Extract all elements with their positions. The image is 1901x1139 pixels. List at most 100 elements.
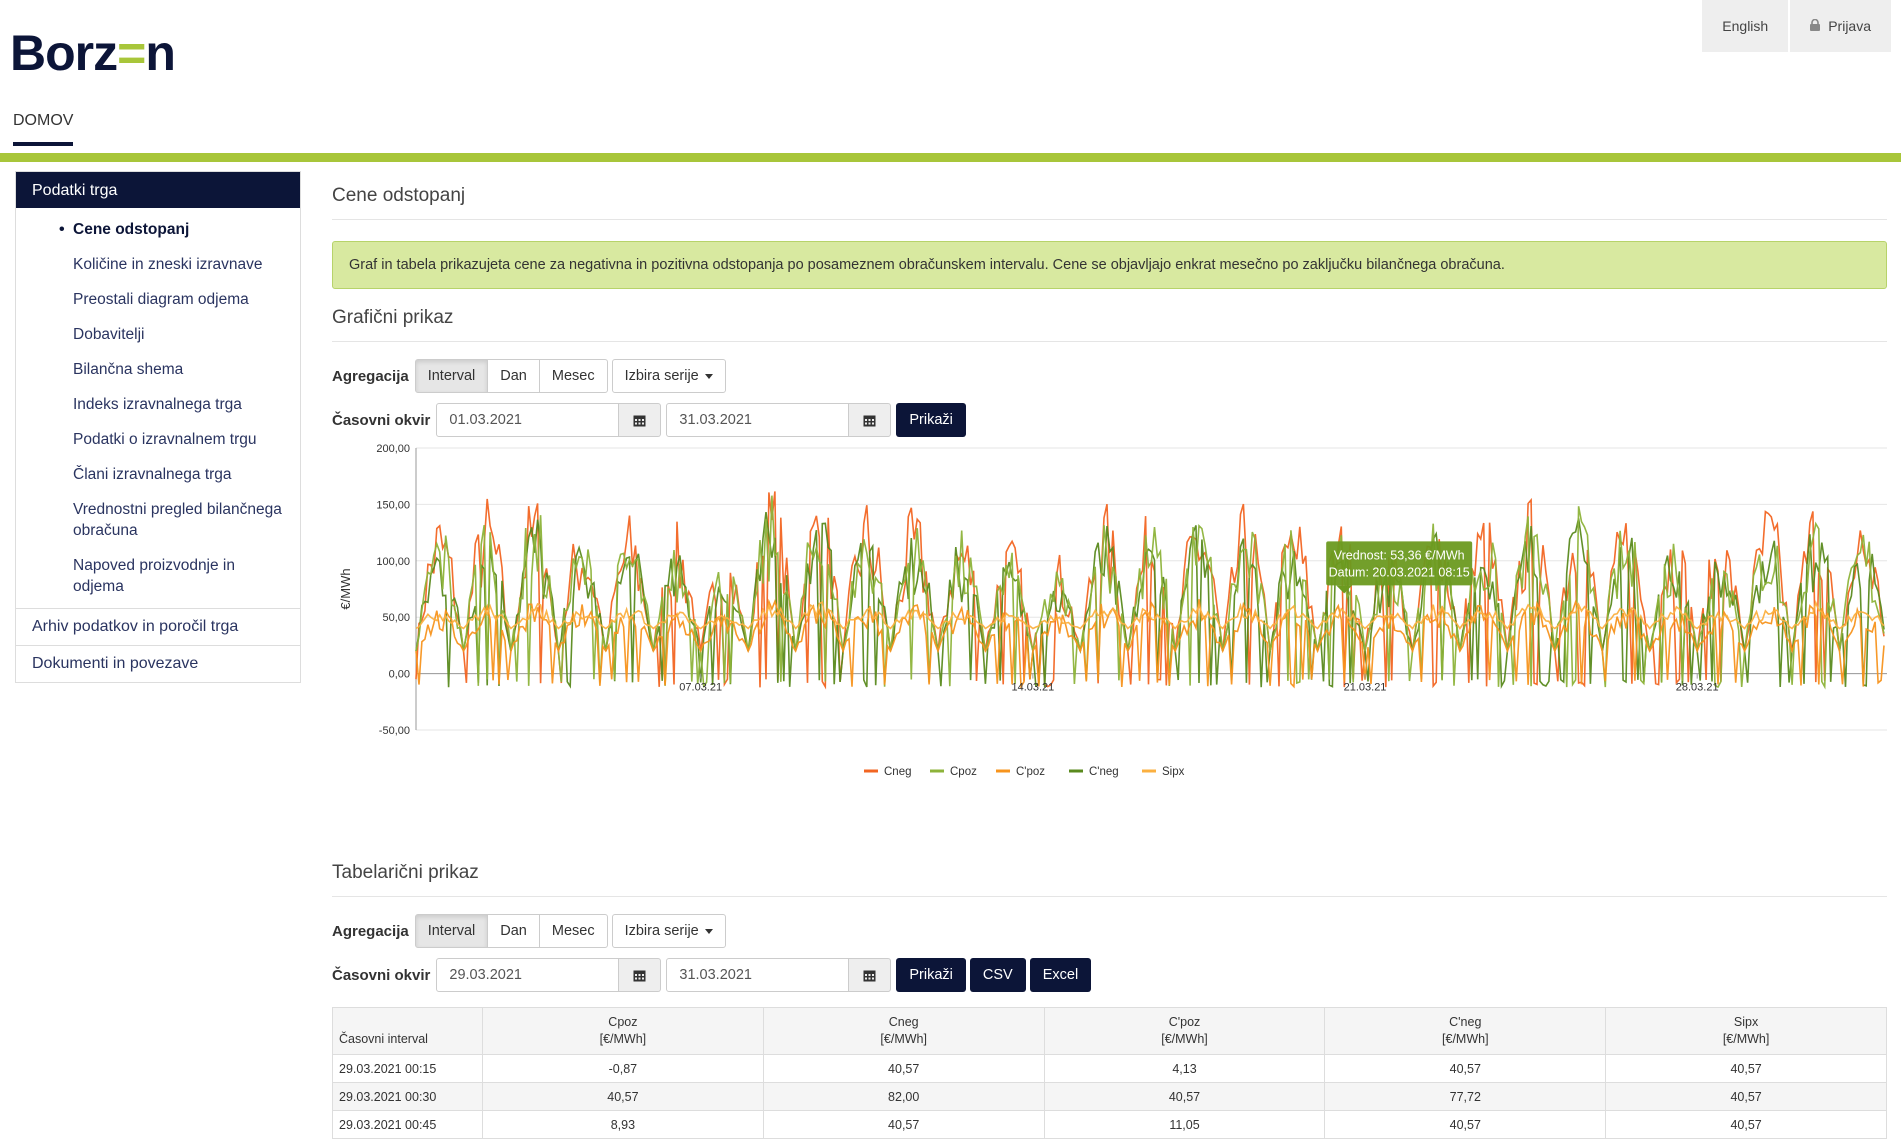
y-tick-label: 50,00 [382, 612, 410, 624]
graph-date-from-input[interactable]: 01.03.2021 [436, 403, 620, 437]
graph-time-row: Časovni okvir 01.03.2021 31.03.2021 Prik… [332, 402, 1887, 438]
table-cell: 40,57 [1043, 1082, 1326, 1111]
table-time-row: Časovni okvir 29.03.2021 31.03.2021 Prik… [332, 957, 1887, 993]
sidebar-subitem[interactable]: Indeks izravnalnega trga [16, 387, 300, 422]
graph-series-dropdown[interactable]: Izbira serije [611, 359, 726, 393]
table-cell: 40,57 [1605, 1054, 1887, 1083]
table-cell: 11,05 [1043, 1110, 1326, 1139]
table-show-button[interactable]: Prikaži [896, 958, 966, 992]
sidebar-subitem-label: Dobavitelji [73, 326, 145, 343]
calendar-icon [863, 970, 876, 981]
table-series-dropdown[interactable]: Izbira serije [611, 914, 726, 948]
info-box: Graf in tabela prikazujeta cene za negat… [332, 241, 1887, 289]
tooltip-date: Datum: 20.03.2021 08:15 [1329, 565, 1470, 579]
sidebar-subitem[interactable]: Dobavitelji [16, 317, 300, 352]
table-cell: 40,57 [1324, 1110, 1607, 1139]
table-date-from-calendar-button[interactable] [619, 958, 662, 992]
table-column-header[interactable]: C'poz [€/MWh] [1043, 1007, 1326, 1055]
graph-section-title: Grafični prikaz [332, 307, 1887, 342]
sidebar-submenu: • Cene odstopanj Količine in zneski izravn… [16, 208, 300, 608]
sidebar-subitem[interactable]: Bilančna shema [16, 352, 300, 387]
sidebar-subitem[interactable]: Vrednostni pregled bilančnega obračuna [16, 492, 300, 548]
graph-time-label: Časovni okvir [332, 411, 431, 429]
sidebar-subitem-label: Napoved proizvodnje in odjema [73, 557, 235, 595]
legend-label: C'neg [1089, 766, 1119, 778]
column-unit: [€/MWh] [1442, 1032, 1489, 1046]
table-row: 29.03.2021 00:15 -0,87 40,57 4,13 40,57 40,57 [332, 1054, 1887, 1083]
table-cell: 82,00 [762, 1082, 1045, 1111]
table-date-to-input[interactable]: 31.03.2021 [666, 958, 850, 992]
table-column-header[interactable]: Sipx [€/MWh] [1605, 1007, 1887, 1055]
table-aggregation-label: Agregacija [332, 922, 409, 940]
sidebar-subitem[interactable]: Podatki o izravnalnem trgu [16, 422, 300, 457]
sidebar-subitem[interactable]: Količine in zneski izravnave [16, 247, 300, 282]
x-tick-label: 28.03.21 [1676, 682, 1719, 694]
column-unit: [€/MWh] [599, 1032, 647, 1046]
calendar-icon [633, 415, 646, 426]
sidebar-subitem-label: Vrednostni pregled bilančnega obračuna [73, 501, 282, 539]
tooltip-value: Vrednost: 53,36 €/MWh [1334, 548, 1465, 562]
table-cell: 29.03.2021 00:45 [332, 1110, 483, 1139]
lock-icon [1810, 19, 1821, 31]
graph-date-to-calendar-button[interactable] [849, 403, 892, 437]
sidebar-item[interactable]: Arhiv podatkov in poročil trga [16, 608, 300, 645]
table-aggregation-interval-button[interactable]: Interval [414, 914, 489, 948]
y-axis-title: €/MWh [338, 568, 353, 609]
graph-aggregation-label: Agregacija [332, 367, 409, 385]
excel-export-button[interactable]: Excel [1029, 958, 1092, 992]
table-row: 29.03.2021 00:45 8,93 40,57 11,05 40,57 40,57 [332, 1110, 1887, 1139]
graph-date-to-input[interactable]: 31.03.2021 [666, 403, 850, 437]
table-column-header[interactable]: Cpoz [€/MWh] [482, 1007, 764, 1055]
table-cell: 8,93 [482, 1110, 764, 1139]
sidebar-section-market-data[interactable]: Podatki trga [16, 172, 300, 208]
sidebar-subitem[interactable]: Preostali diagram odjema [16, 282, 300, 317]
csv-export-button[interactable]: CSV [969, 958, 1026, 992]
column-name: Sipx [1733, 1015, 1759, 1029]
table-body: 29.03.2021 00:15 -0,87 40,57 4,13 40,57 40,57… [332, 1054, 1887, 1139]
table-date-to-calendar-button[interactable] [849, 958, 892, 992]
logo-text-left: Borz [10, 25, 118, 81]
graph-date-from-calendar-button[interactable] [619, 403, 662, 437]
graph-show-button[interactable]: Prikaži [896, 403, 966, 437]
table-date-from-group: 29.03.2021 [436, 958, 662, 992]
sidebar-subitem[interactable]: Napoved proizvodnje in odjema [16, 548, 300, 604]
borzen-logo[interactable]: Borz=n [10, 25, 176, 81]
table-column-header[interactable]: C'neg [€/MWh] [1324, 1007, 1607, 1055]
table-row: 29.03.2021 00:30 40,57 82,00 40,57 77,72 40,5… [332, 1082, 1887, 1111]
column-name: C'poz [1168, 1015, 1201, 1029]
calendar-icon [863, 415, 876, 426]
graph-aggregation-month-button[interactable]: Mesec [538, 359, 608, 393]
table-cell: 40,57 [762, 1054, 1045, 1083]
sidebar-subitem-label: Indeks izravnalnega trga [73, 396, 242, 413]
table-section-title: Tabelarični prikaz [332, 862, 1887, 897]
y-tick-label: 200,00 [376, 443, 410, 455]
graph-aggregation-row: Agregacija Interval Dan Mesec Izbira ser… [332, 358, 1887, 394]
chart-svg: 200,00 150,00 100,00 50,00 0,00 -50,00 €/MWh 07… [338, 443, 1887, 778]
sidebar-subitem-label: Cene odstopanj [73, 221, 190, 238]
table-date-to-group: 31.03.2021 [666, 958, 892, 992]
graph-date-to-group: 31.03.2021 [666, 403, 892, 437]
table-cell: 77,72 [1324, 1082, 1607, 1111]
graph-aggregation-interval-button[interactable]: Interval [414, 359, 489, 393]
sidebar-subitem[interactable]: • Cene odstopanj [16, 212, 300, 247]
login-button[interactable]: Prijava [1790, 0, 1891, 52]
y-tick-label: 150,00 [376, 499, 410, 511]
legend-label: C'poz [1016, 766, 1045, 778]
table-aggregation-month-button[interactable]: Mesec [538, 914, 608, 948]
nav-item-home[interactable]: DOMOV [13, 112, 74, 146]
table-date-from-input[interactable]: 29.03.2021 [436, 958, 620, 992]
table-column-header[interactable]: Časovni interval [332, 1007, 483, 1055]
table-cell: 40,57 [482, 1082, 764, 1111]
sidebar-subitem[interactable]: Člani izravnalnega trga [16, 457, 300, 492]
table-aggregation-day-button[interactable]: Dan [487, 914, 540, 948]
main-content: Cene odstopanj Graf in tabela prikazujet… [332, 185, 1887, 1139]
graph-aggregation-day-button[interactable]: Dan [487, 359, 540, 393]
column-name: Cpoz [608, 1015, 638, 1029]
language-button[interactable]: English [1702, 0, 1789, 52]
logo-text-right: n [145, 25, 176, 81]
table-cell: 4,13 [1043, 1054, 1326, 1083]
column-name: Časovni interval [339, 1032, 428, 1046]
sidebar-item[interactable]: Dokumenti in povezave [16, 645, 300, 682]
table-column-header[interactable]: Cneg [€/MWh] [762, 1007, 1045, 1055]
login-label: Prijava [1828, 18, 1871, 34]
